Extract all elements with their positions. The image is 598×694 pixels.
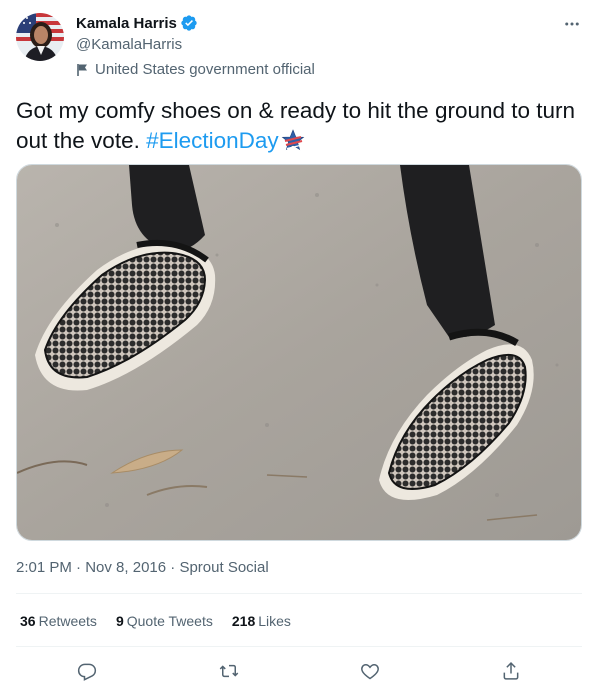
shoes-photo-image: [17, 165, 581, 540]
retweets-count: 36: [20, 613, 36, 629]
government-label: United States government official: [76, 60, 315, 80]
meta-separator: ·: [166, 559, 180, 576]
likes-stat[interactable]: 218 Likes: [232, 611, 291, 631]
tweet-photo[interactable]: [16, 164, 582, 541]
reply-icon[interactable]: [74, 658, 100, 684]
more-options-icon[interactable]: [560, 12, 584, 36]
verified-badge-icon: [180, 14, 198, 32]
share-icon[interactable]: [498, 658, 524, 684]
government-label-text: United States government official: [95, 61, 315, 78]
hashtag-link[interactable]: #ElectionDay: [146, 128, 279, 153]
likes-label: Likes: [258, 613, 291, 629]
quote-tweets-stat[interactable]: 9 Quote Tweets: [116, 611, 213, 631]
heart-icon[interactable]: [357, 658, 383, 684]
tweet-time[interactable]: 2:01 PM: [16, 559, 72, 576]
tweet-text: Got my comfy shoes on & ready to hit the…: [16, 96, 576, 159]
hashtag-star-icon: [281, 129, 305, 159]
retweets-label: Retweets: [38, 613, 97, 629]
quote-tweets-label: Quote Tweets: [126, 613, 213, 629]
author-name[interactable]: Kamala Harris: [76, 15, 177, 32]
tweet-date[interactable]: Nov 8, 2016: [85, 559, 166, 576]
divider: [16, 646, 582, 647]
retweet-icon[interactable]: [216, 658, 242, 684]
tweet-source[interactable]: Sprout Social: [179, 559, 268, 576]
meta-separator: ·: [71, 559, 86, 576]
tweet-meta: 2:01 PM · Nov 8, 2016 · Sprout Social: [16, 558, 269, 578]
author-handle[interactable]: @KamalaHarris: [76, 35, 315, 55]
divider: [16, 593, 582, 594]
quote-tweets-count: 9: [115, 613, 124, 629]
flag-icon: [77, 64, 87, 76]
avatar[interactable]: [16, 13, 64, 61]
tweet-actions: [0, 658, 598, 684]
likes-count: 218: [231, 613, 256, 629]
retweets-stat[interactable]: 36 Retweets: [20, 611, 97, 631]
author-block: Kamala Harris @KamalaHarris United State…: [76, 13, 315, 80]
tweet-stats: 36 Retweets 9 Quote Tweets 218 Likes: [20, 611, 291, 631]
